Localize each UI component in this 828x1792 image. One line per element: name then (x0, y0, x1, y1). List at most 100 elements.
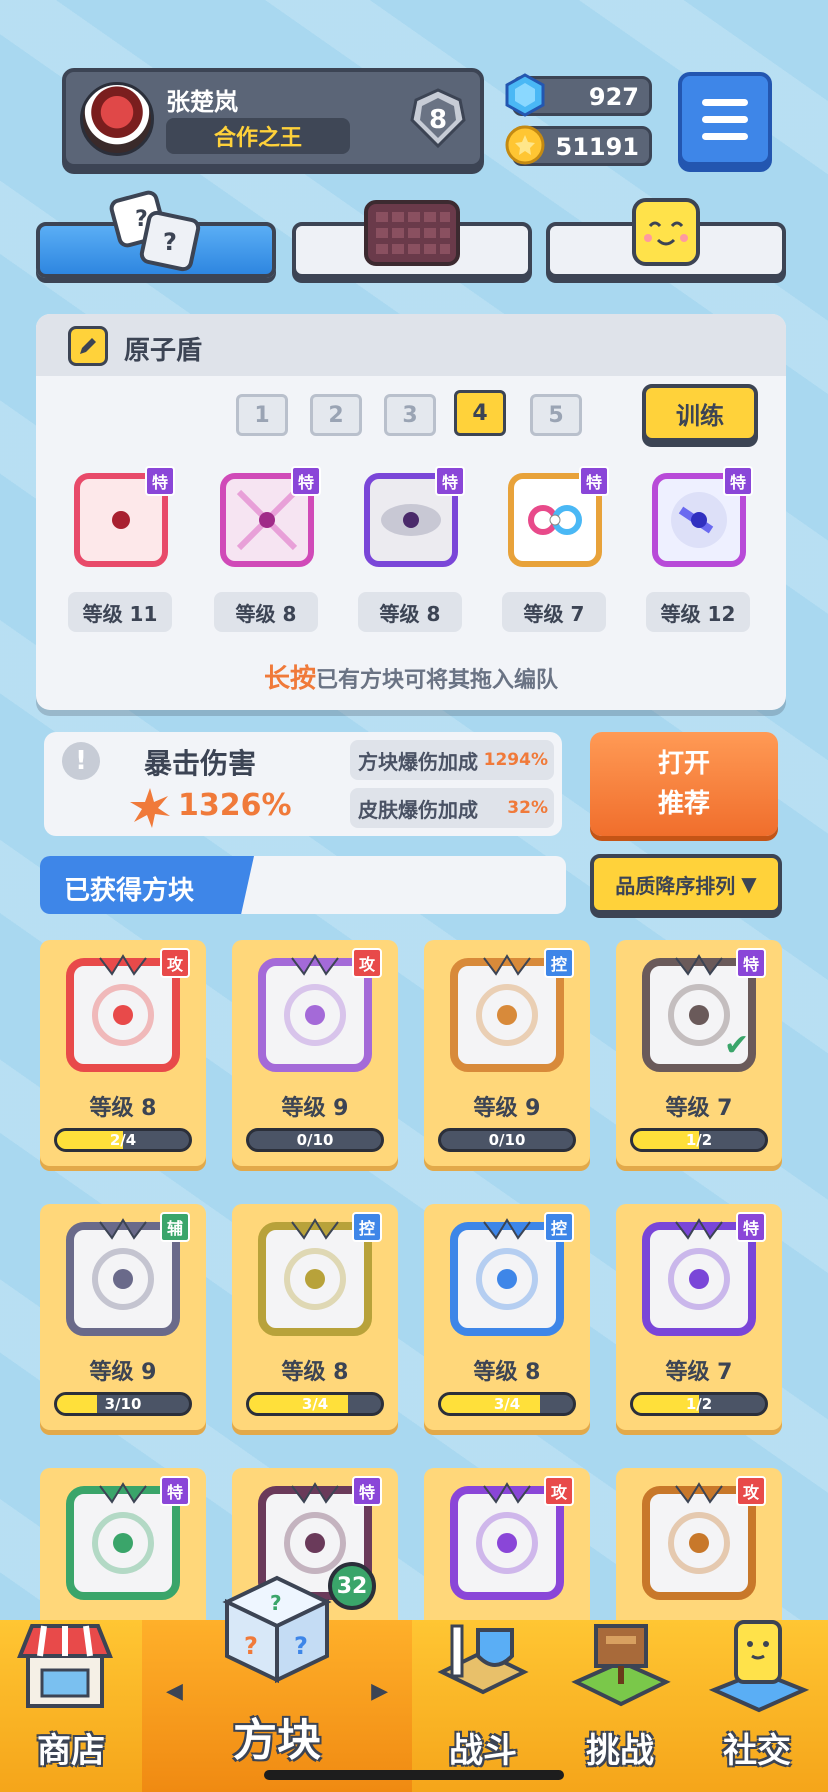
player-title-badge: 合作之王 (166, 118, 350, 154)
progress-text: 1/2 (685, 1131, 713, 1149)
main-menu-button[interactable] (678, 72, 772, 166)
block-tile-icon: 特 (649, 466, 753, 570)
type-tag: 特 (352, 1476, 382, 1506)
home-indicator[interactable] (264, 1770, 564, 1780)
crit-title: 暴击伤害 (144, 747, 257, 780)
obtained-blocks-header: 已获得方块 (40, 856, 566, 914)
squad-name: 原子盾 (124, 336, 203, 366)
tab-skins[interactable] (546, 198, 786, 278)
upgrade-progress-bar: 3/4 (438, 1392, 576, 1416)
upgrade-progress-bar: 3/10 (54, 1392, 192, 1416)
type-tag: 特 (736, 1212, 766, 1242)
slot-level: 等级 8 (358, 592, 462, 632)
block-card[interactable]: 辅等级 9 3/10 (40, 1204, 206, 1430)
block-tile-icon: 控 (444, 1212, 574, 1342)
block-card[interactable]: 攻等级 8 2/4 (40, 940, 206, 1166)
coin-count: 51191 (555, 133, 640, 161)
gem-icon (505, 73, 545, 117)
squad-slot[interactable]: 特 等级 12 (646, 466, 753, 632)
squad-number-4[interactable]: 4 (454, 390, 506, 436)
svg-text:?: ? (270, 1591, 282, 1615)
gem-count: 927 (588, 83, 639, 111)
card-level: 等级 9 (281, 1096, 349, 1121)
progress-text: 2/4 (109, 1131, 137, 1149)
rank-shield-icon[interactable]: 8 (406, 86, 470, 150)
progress-text: 0/10 (296, 1131, 334, 1149)
type-tag: 攻 (736, 1476, 766, 1506)
smiley-block-icon (632, 198, 700, 266)
mystery-cube-icon: ? ? ? (222, 1575, 332, 1684)
block-card[interactable]: 控等级 8 3/4 (424, 1204, 590, 1430)
nav-blocks[interactable]: ? ? ? ◀ ▶ 方块 (142, 1575, 412, 1792)
squad-slot[interactable]: 特 等级 11 (68, 466, 175, 632)
player-profile-panel[interactable]: 张楚岚 合作之王 8 (62, 68, 484, 168)
train-button[interactable]: 训练 (642, 384, 758, 442)
sword-shield-icon (437, 1624, 529, 1695)
nav-battle[interactable]: 战斗 (412, 1620, 554, 1792)
nav-left-arrow-icon[interactable]: ◀ (166, 1679, 183, 1704)
progress-text: 0/10 (488, 1131, 526, 1149)
equipped-check-icon: ✔ (724, 1028, 750, 1063)
nav-social[interactable]: 社交 (686, 1620, 828, 1792)
card-level: 等级 8 (281, 1360, 349, 1385)
bottom-nav: 商店 ? ? ? ◀ ▶ 方块 战斗 挑战 社交 (0, 1575, 828, 1792)
card-level: 等级 9 (473, 1096, 541, 1121)
nav-right-arrow-icon[interactable]: ▶ (371, 1679, 388, 1704)
crit-burst-icon (130, 788, 170, 828)
type-tag: 控 (544, 948, 574, 978)
drag-hint: 长按已有方块可将其拖入编队 (36, 658, 786, 695)
tab-board[interactable] (292, 200, 532, 278)
skin-crit-bonus: 皮肤爆伤加成 32% (350, 788, 554, 828)
open-recommend-button[interactable]: 打开 推荐 (590, 732, 778, 836)
block-tile-icon: 特 (71, 466, 175, 570)
crit-value: 1326% (178, 788, 292, 823)
block-crit-bonus: 方块爆伤加成 1294% (350, 740, 554, 780)
type-tag: 特 (145, 466, 175, 496)
hint-highlight: 长按 (263, 664, 316, 694)
type-tag: 特 (736, 948, 766, 978)
type-tag: 特 (579, 466, 609, 496)
svg-text:?: ? (244, 1632, 258, 1660)
block-card[interactable]: 控等级 8 3/4 (232, 1204, 398, 1430)
block-card[interactable]: 特等级 7 1/2 ✔ (616, 940, 782, 1166)
dice-icon: ? ? (109, 190, 201, 272)
block-tile-icon: 控 (252, 1212, 382, 1342)
block-card[interactable]: 特等级 7 1/2 (616, 1204, 782, 1430)
type-tag: 控 (544, 1212, 574, 1242)
block-card[interactable]: 控等级 9 0/10 (424, 940, 590, 1166)
player-avatar[interactable] (80, 82, 154, 156)
squad-panel: 原子盾 1 2 3 4 5 训练 特 等级 11 特 等级 8 特 等级 8 特… (36, 314, 786, 710)
info-exclamation-icon[interactable]: ! (62, 742, 100, 780)
block-card[interactable]: 攻等级 9 0/10 (232, 940, 398, 1166)
gem-counter[interactable]: 927 (505, 73, 652, 117)
progress-text: 3/4 (301, 1395, 329, 1413)
type-tag: 攻 (352, 948, 382, 978)
rank-number: 8 (429, 105, 447, 135)
progress-text: 1/2 (685, 1395, 713, 1413)
menu-line-icon (702, 115, 748, 123)
squad-number-3[interactable]: 3 (384, 394, 436, 436)
type-tag: 攻 (160, 948, 190, 978)
edit-pencil-icon[interactable] (68, 326, 108, 366)
squad-number-1[interactable]: 1 (236, 394, 288, 436)
squad-slot[interactable]: 特 等级 7 (502, 466, 609, 632)
squad-number-5[interactable]: 5 (530, 394, 582, 436)
sort-dropdown[interactable]: 品质降序排列 ▼ (590, 854, 782, 914)
type-tag: 特 (160, 1476, 190, 1506)
tab-blocks[interactable]: ? ? (36, 190, 276, 278)
coin-icon (505, 125, 545, 165)
squad-number-2[interactable]: 2 (310, 394, 362, 436)
slot-level: 等级 12 (646, 592, 750, 632)
block-crit-bonus-value: 1294% (483, 750, 548, 770)
character-block-icon (708, 1620, 810, 1713)
squad-slot[interactable]: 特 等级 8 (214, 466, 321, 632)
upgrade-progress-bar: 0/10 (246, 1128, 384, 1152)
coin-counter[interactable]: 51191 (505, 125, 652, 166)
upgrade-progress-bar: 1/2 (630, 1392, 768, 1416)
progress-text: 3/4 (493, 1395, 521, 1413)
nav-challenge-label: 挑战 (586, 1731, 654, 1771)
nav-challenge[interactable]: 挑战 (554, 1620, 686, 1792)
squad-slot[interactable]: 特 等级 8 (358, 466, 465, 632)
block-crit-bonus-label: 方块爆伤加成 (358, 749, 478, 774)
nav-shop[interactable]: 商店 (0, 1620, 142, 1792)
